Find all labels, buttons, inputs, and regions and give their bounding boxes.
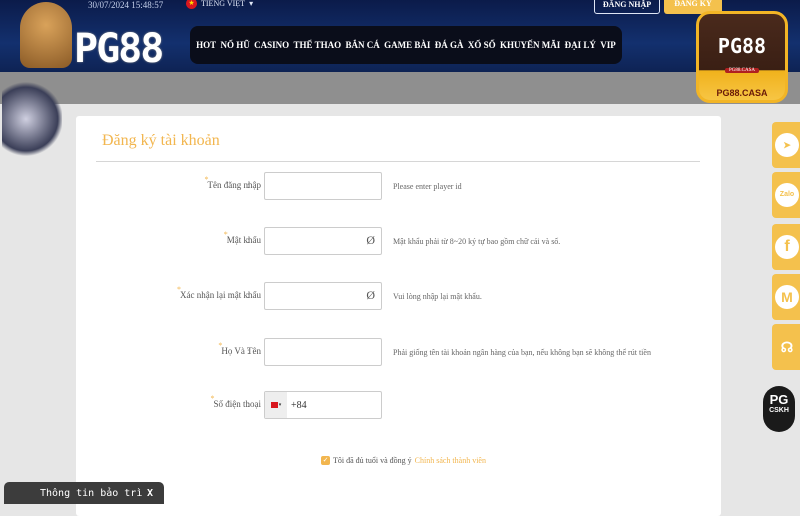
cskh-button[interactable]: PG CSKH (763, 386, 795, 432)
password-hint: Mật khẩu phải từ 8~20 ký tự bao gồm chữ … (393, 237, 561, 246)
maintenance-panel[interactable]: Thông tin bảo trì X (4, 482, 164, 504)
site-logo[interactable]: PG88 (74, 26, 164, 72)
username-label: Tên đăng nhập (204, 175, 261, 190)
divider (96, 161, 700, 162)
nav-the-thao[interactable]: THỂ THAO (294, 40, 342, 50)
nav-dai-ly[interactable]: ĐẠI LÝ (565, 40, 596, 50)
maintenance-title: Thông tin bảo trì (40, 488, 143, 499)
password-input[interactable]: Ø (264, 227, 382, 255)
nav-ban-ca[interactable]: BẮN CÁ (346, 40, 380, 50)
chevron-down-icon: ▾ (278, 403, 282, 408)
agree-text: Tôi đã đủ tuổi và đồng ý (333, 456, 412, 465)
phone-row: Số điện thoại : ▾ +84 (76, 391, 721, 419)
login-button[interactable]: ĐĂNG NHẬP (594, 0, 660, 14)
member-policy-link[interactable]: Chính sách thành viên (415, 456, 486, 465)
nav-vip[interactable]: VIP (600, 40, 616, 50)
phone-value: +84 (291, 399, 307, 411)
country-code-selector[interactable]: ▾ (265, 392, 287, 418)
colon: : (247, 180, 250, 190)
phone-input[interactable]: ▾ +84 (264, 391, 382, 419)
language-selector[interactable]: ★ TIẾNG VIỆT ▾ (186, 0, 253, 9)
username-input[interactable] (264, 172, 382, 200)
mascot-image (20, 2, 72, 68)
phone-label: Số điện thoại (211, 394, 261, 409)
colon: : (247, 346, 250, 356)
chevron-down-icon: ▾ (249, 0, 254, 8)
password-row: Mật khẩu : Ø Mật khẩu phải từ 8~20 ký tự… (76, 227, 721, 255)
gmail-icon: M (775, 285, 799, 309)
language-label: TIẾNG VIỆT (201, 0, 246, 8)
password-label: Mật khẩu (224, 230, 261, 245)
colon: : (247, 399, 250, 409)
support-button[interactable]: ☊ (772, 324, 800, 370)
close-icon[interactable]: X (147, 488, 153, 499)
vietnam-flag-icon (270, 402, 278, 408)
main-nav: HOT NỔ HŨ CASINO THỂ THAO BẮN CÁ GAME BÀ… (190, 26, 622, 64)
nav-no-hu[interactable]: NỔ HŨ (221, 40, 250, 50)
vietnam-flag-icon: ★ (186, 0, 197, 9)
confirm-password-row: Xác nhận lại mật khẩu : Ø Vui lòng nhập … (76, 282, 721, 310)
facebook-icon: f (775, 235, 799, 259)
page-title: Đăng ký tài khoản (102, 132, 220, 149)
facebook-button[interactable]: f (772, 224, 800, 270)
fullname-input[interactable] (264, 338, 382, 366)
cskh-label: CSKH (769, 407, 789, 414)
colon: : (247, 235, 250, 245)
brand-domain: PG88.CASA (716, 88, 768, 98)
nav-casino[interactable]: CASINO (254, 40, 289, 50)
fullname-label: Họ Và Tên (218, 341, 261, 356)
support-icon: ☊ (780, 339, 794, 355)
promo-phone-image (2, 80, 62, 158)
telegram-icon: ➤ (775, 133, 799, 157)
nav-hot[interactable]: HOT (196, 40, 216, 50)
confirm-password-input[interactable]: Ø (264, 282, 382, 310)
zalo-button[interactable]: Zalo (772, 172, 800, 218)
register-form: Đăng ký tài khoản Tên đăng nhập : Please… (76, 116, 721, 516)
username-row: Tên đăng nhập : Please enter player id (76, 172, 721, 200)
nav-xo-so[interactable]: XỔ SỐ (468, 40, 496, 50)
cskh-logo: PG (769, 392, 789, 407)
brand-logo: PG88 (717, 34, 767, 58)
eye-hidden-icon[interactable]: Ø (366, 288, 375, 303)
fullname-row: Họ Và Tên : Phải giống tên tài khoản ngâ… (76, 338, 721, 366)
nav-da-ga[interactable]: ĐÁ GÀ (435, 40, 464, 50)
datetime: 30/07/2024 15:48:57 (88, 0, 164, 10)
eye-hidden-icon[interactable]: Ø (366, 233, 375, 248)
nav-game-bai[interactable]: GAME BÀI (384, 40, 430, 50)
gmail-button[interactable]: M (772, 274, 800, 320)
banner-strip (0, 72, 800, 104)
agree-checkbox[interactable]: ✓ (321, 456, 330, 465)
username-hint: Please enter player id (393, 182, 462, 191)
brand-sub: PG88.CASA (725, 68, 759, 73)
brand-badge[interactable]: PG88 PG88.CASA PG88.CASA (696, 11, 788, 103)
site-header: 30/07/2024 15:48:57 ★ TIẾNG VIỆT ▾ ĐĂNG NH… (0, 0, 800, 72)
agree-terms: ✓ Tôi đã đủ tuổi và đồng ý Chính sách th… (321, 456, 486, 465)
colon: : (247, 290, 250, 300)
zalo-icon: Zalo (775, 183, 799, 207)
telegram-button[interactable]: ➤ (772, 122, 800, 168)
fullname-hint: Phải giống tên tài khoản ngân hàng của b… (393, 348, 651, 357)
nav-khuyen-mai[interactable]: KHUYẾN MÃI (500, 40, 560, 50)
confirm-password-hint: Vui lòng nhập lại mật khẩu. (393, 292, 482, 301)
